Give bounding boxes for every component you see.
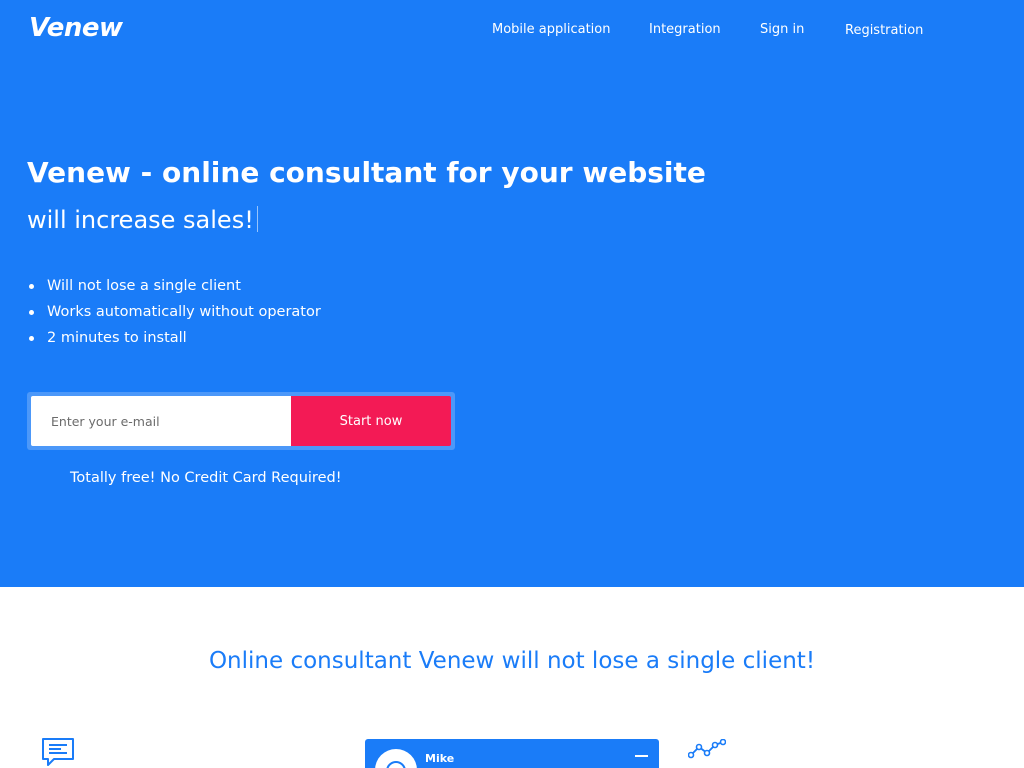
chat-lines-icon xyxy=(42,738,74,766)
minimize-icon[interactable] xyxy=(635,750,649,762)
hero-subtitle-text: will increase sales! xyxy=(27,206,254,234)
chat-widget-preview[interactable]: Mike xyxy=(365,739,659,768)
nav-integration[interactable]: Integration xyxy=(649,22,721,37)
hero-subtitle: will increase sales! xyxy=(27,206,258,234)
section-title: Online consultant Venew will not lose a … xyxy=(208,648,816,674)
feature-item: Works automatically without operator xyxy=(27,302,321,328)
email-input[interactable] xyxy=(31,396,291,446)
agent-name: Mike xyxy=(425,752,455,765)
nav-mobile-application[interactable]: Mobile application xyxy=(492,22,611,37)
feature-item: 2 minutes to install xyxy=(27,328,321,354)
line-graph-icon xyxy=(688,739,726,759)
feature-list: Will not lose a single client Works auto… xyxy=(27,276,321,354)
nav-sign-in[interactable]: Sign in xyxy=(760,22,804,37)
hero-title: Venew - online consultant for your websi… xyxy=(27,156,706,189)
top-nav: Mobile application Integration Sign in R… xyxy=(0,22,1024,40)
nav-registration[interactable]: Registration xyxy=(845,23,923,38)
typing-cursor xyxy=(256,206,258,232)
hero-section: Venew Mobile application Integration Sig… xyxy=(0,0,1024,587)
avatar-icon xyxy=(375,749,417,768)
feature-section: Online consultant Venew will not lose a … xyxy=(0,587,1024,768)
signup-form: Start now xyxy=(27,392,455,450)
free-note: Totally free! No Credit Card Required! xyxy=(70,470,342,486)
start-now-button[interactable]: Start now xyxy=(291,396,451,446)
feature-item: Will not lose a single client xyxy=(27,276,321,302)
